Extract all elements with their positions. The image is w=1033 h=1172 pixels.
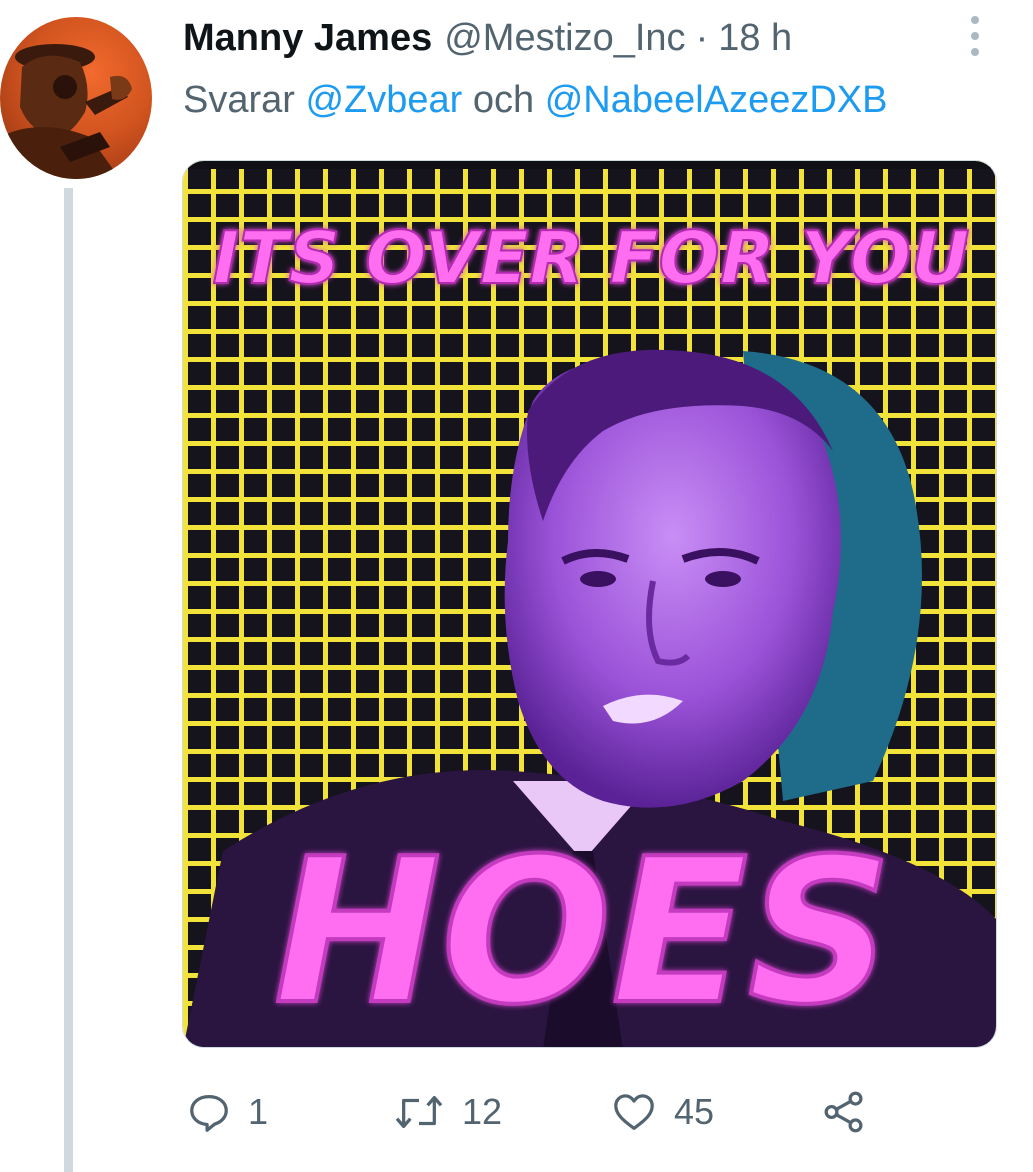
meme-top-text: ITS OVER FOR YOU <box>212 216 969 300</box>
header-separator: · <box>695 17 709 59</box>
reply-conjunction: och <box>472 79 535 121</box>
meme-bottom-text: HOES <box>274 816 892 1048</box>
like-button[interactable]: 45 <box>610 1082 714 1142</box>
speech-bubble-icon <box>186 1089 232 1135</box>
author-display-name[interactable]: Manny James <box>183 10 432 66</box>
share-button[interactable] <box>820 1082 868 1142</box>
reply-count: 1 <box>248 1091 269 1132</box>
share-nodes-icon <box>820 1089 868 1135</box>
retweet-button[interactable]: 12 <box>392 1082 502 1142</box>
tweet-actions: 1 12 45 <box>186 1082 886 1142</box>
retweet-arrows-icon <box>392 1089 446 1135</box>
avatar-image <box>0 44 132 179</box>
mention-zvbear[interactable]: @Zvbear <box>305 79 462 121</box>
avatar[interactable] <box>0 17 152 179</box>
mention-nabeelazeezdxb[interactable]: @NabeelAzeezDXB <box>545 79 888 121</box>
heart-icon <box>610 1089 658 1135</box>
reply-prefix: Svarar <box>183 79 295 121</box>
reply-context: Svarar @Zvbear och @NabeelAzeezDXB <box>183 72 887 128</box>
more-vertical-icon[interactable] <box>963 14 987 58</box>
thread-line <box>64 188 73 1172</box>
tweet: Manny James @Mestizo_Inc · 18 h Svarar @… <box>0 0 1033 1172</box>
tweet-timestamp[interactable]: 18 h <box>718 10 792 66</box>
author-handle[interactable]: @Mestizo_Inc <box>444 10 685 66</box>
reply-button[interactable]: 1 <box>186 1082 268 1142</box>
retweet-count: 12 <box>462 1091 503 1132</box>
like-count: 45 <box>674 1091 715 1132</box>
tweet-header: Manny James @Mestizo_Inc · 18 h <box>183 10 792 66</box>
meme-image: ITS OVER FOR YOU HOES <box>183 161 996 1048</box>
tweet-image[interactable]: ITS OVER FOR YOU HOES <box>182 160 997 1048</box>
